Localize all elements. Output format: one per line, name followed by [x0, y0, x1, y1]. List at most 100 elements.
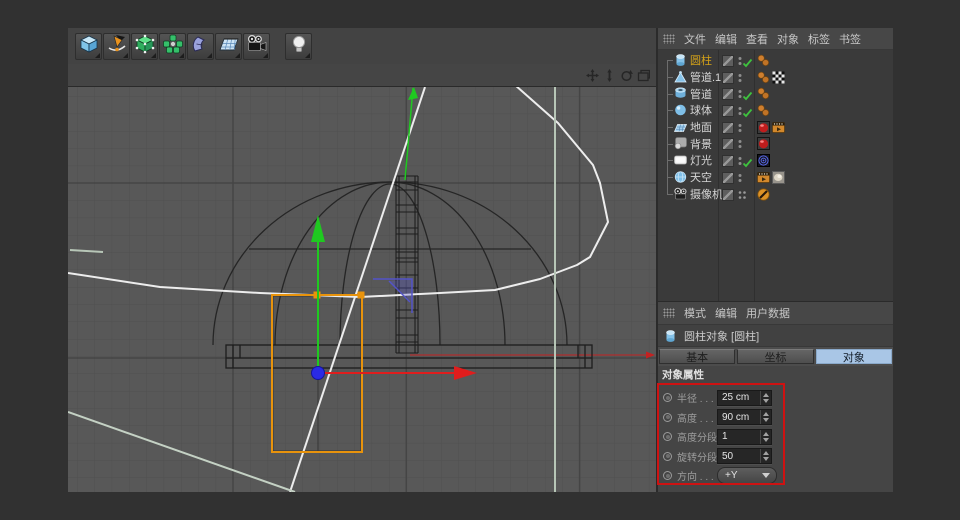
phong-tag-icon[interactable] — [757, 87, 770, 100]
object-label[interactable]: 圆柱 — [690, 52, 712, 68]
panel-grip-icon[interactable] — [663, 34, 675, 44]
direction-dropdown[interactable]: +Y — [717, 467, 777, 484]
keyframe-circle-icon[interactable] — [663, 471, 672, 480]
spinner-stepper[interactable] — [760, 410, 771, 424]
viewport-zoom-icon[interactable] — [602, 68, 616, 82]
om-menu-item[interactable]: 文件 — [684, 31, 706, 47]
viewport-pan-icon[interactable] — [585, 68, 599, 82]
compositing-tag-icon[interactable] — [757, 171, 770, 184]
object-label[interactable]: 管道.1 — [690, 69, 721, 85]
material-red-tag-icon[interactable] — [757, 121, 770, 134]
viewport-nav-icons — [585, 68, 650, 82]
tab-坐标[interactable]: 坐标 — [737, 349, 813, 364]
phong-tag-icon[interactable] — [757, 54, 770, 67]
material-red-tag-icon[interactable] — [757, 137, 770, 150]
tube-icon — [673, 86, 688, 100]
tool-spline-pen-button[interactable] — [103, 33, 130, 60]
object-row-cone[interactable]: 管道.1 — [658, 69, 893, 86]
om-menu-item[interactable]: 标签 — [808, 31, 830, 47]
spinner-up-icon[interactable] — [763, 451, 769, 455]
tool-floor-button[interactable] — [215, 33, 242, 60]
object-row-camera[interactable]: 摄像机 — [658, 186, 893, 203]
selection-handle[interactable] — [358, 292, 365, 299]
prop-row-0: 半径 . . .25 cm — [658, 388, 893, 408]
cube-primitive-icon — [78, 34, 100, 59]
compositing-tag-icon[interactable] — [772, 121, 785, 134]
object-label[interactable]: 灯光 — [690, 152, 712, 168]
viewport-canvas[interactable] — [68, 87, 656, 492]
am-menu-item[interactable]: 模式 — [684, 305, 706, 321]
value-field[interactable]: 50 — [717, 448, 772, 464]
object-label[interactable]: 天空 — [690, 169, 712, 185]
spinner-up-icon[interactable] — [763, 412, 769, 416]
layer-toggle[interactable] — [722, 72, 734, 84]
tool-cube-primitive-button[interactable] — [75, 33, 102, 60]
object-row-sphere[interactable]: 球体 — [658, 102, 893, 119]
spinner-down-icon[interactable] — [763, 438, 769, 442]
keyframe-circle-icon[interactable] — [663, 393, 672, 402]
spinner-down-icon[interactable] — [763, 457, 769, 461]
z-axis-handle[interactable] — [312, 367, 325, 380]
object-row-floor[interactable]: 地面 — [658, 119, 893, 136]
phong-tag-icon[interactable] — [757, 71, 770, 84]
tab-对象[interactable]: 对象 — [816, 349, 892, 364]
viewport-rotate-icon[interactable] — [619, 68, 633, 82]
spinner-stepper[interactable] — [760, 391, 771, 405]
protection-tag-icon[interactable] — [757, 188, 770, 201]
layer-toggle[interactable] — [722, 55, 734, 67]
keyframe-circle-icon[interactable] — [663, 432, 672, 441]
layer-toggle[interactable] — [722, 122, 734, 134]
tool-array-clones-button[interactable] — [159, 33, 186, 60]
panel-grip-icon[interactable] — [663, 308, 675, 318]
visibility-dots[interactable] — [737, 188, 747, 206]
background-icon — [673, 136, 688, 150]
om-menu-item[interactable]: 查看 — [746, 31, 768, 47]
object-label[interactable]: 摄像机 — [690, 186, 723, 202]
object-label[interactable]: 管道 — [690, 86, 712, 102]
tool-deformer-button[interactable] — [187, 33, 214, 60]
keyframe-circle-icon[interactable] — [663, 413, 672, 422]
object-row-background[interactable]: 背景 — [658, 135, 893, 152]
layer-toggle[interactable] — [722, 88, 734, 100]
object-label[interactable]: 背景 — [690, 136, 712, 152]
prop-label: 半径 . . . — [677, 390, 714, 405]
prop-row-4: 方向 . . .+Y — [658, 466, 893, 486]
texture-tag-icon[interactable] — [772, 171, 785, 184]
value-field[interactable]: 1 — [717, 429, 772, 445]
layer-toggle[interactable] — [722, 189, 734, 201]
spinner-down-icon[interactable] — [763, 399, 769, 403]
spinner-down-icon[interactable] — [763, 418, 769, 422]
checker-tag-icon[interactable] — [772, 71, 785, 84]
om-menu-item[interactable]: 对象 — [777, 31, 799, 47]
phong-tag-icon[interactable] — [757, 104, 770, 117]
viewport-maximize-icon[interactable] — [636, 68, 650, 82]
tool-make-editable-button[interactable] — [131, 33, 158, 60]
object-row-light[interactable]: 灯光 — [658, 152, 893, 169]
layer-toggle[interactable] — [722, 172, 734, 184]
spinner-stepper[interactable] — [760, 430, 771, 444]
om-menu-item[interactable]: 编辑 — [715, 31, 737, 47]
viewport-header — [68, 64, 656, 87]
object-row-sky[interactable]: 天空 — [658, 169, 893, 186]
am-menu-item[interactable]: 用户数据 — [746, 305, 790, 321]
spinner-up-icon[interactable] — [763, 432, 769, 436]
object-label[interactable]: 地面 — [690, 119, 712, 135]
tool-camera-button[interactable] — [243, 33, 270, 60]
value-field[interactable]: 25 cm — [717, 390, 772, 406]
make-editable-icon — [134, 34, 156, 59]
am-menu-item[interactable]: 编辑 — [715, 305, 737, 321]
layer-toggle[interactable] — [722, 105, 734, 117]
spinner-up-icon[interactable] — [763, 393, 769, 397]
spinner-stepper[interactable] — [760, 449, 771, 463]
tool-light-button[interactable] — [285, 33, 312, 60]
keyframe-circle-icon[interactable] — [663, 452, 672, 461]
object-row-cylinder[interactable]: 圆柱 — [658, 52, 893, 69]
object-row-tube[interactable]: 管道 — [658, 85, 893, 102]
layer-toggle[interactable] — [722, 155, 734, 167]
object-label[interactable]: 球体 — [690, 102, 712, 118]
value-field[interactable]: 90 cm — [717, 409, 772, 425]
tab-基本[interactable]: 基本 — [659, 349, 735, 364]
om-menu-item[interactable]: 书签 — [839, 31, 861, 47]
layer-toggle[interactable] — [722, 138, 734, 150]
target-tag-icon[interactable] — [757, 154, 770, 167]
